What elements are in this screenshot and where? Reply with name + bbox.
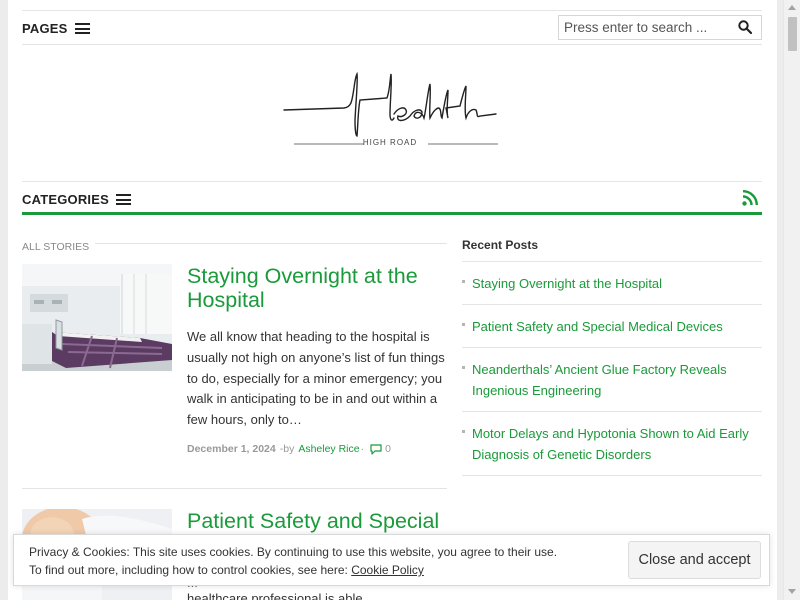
scroll-up-arrow-icon[interactable] bbox=[788, 5, 796, 10]
post-author-link[interactable]: Asheley Rice bbox=[298, 443, 359, 455]
cookie-banner: Privacy & Cookies: This site uses cookie… bbox=[13, 534, 770, 586]
rss-icon[interactable] bbox=[742, 190, 758, 206]
recent-posts-list: Staying Overnight at the Hospital Patien… bbox=[462, 262, 762, 476]
post-title[interactable]: Staying Overnight at the Hospital bbox=[187, 264, 449, 312]
recent-post-item: Neanderthals’ Ancient Glue Factory Revea… bbox=[462, 348, 762, 412]
cookie-line-2-text: To find out more, including how to contr… bbox=[29, 563, 348, 577]
hamburger-icon bbox=[116, 194, 131, 205]
search-icon[interactable] bbox=[738, 20, 752, 34]
categories-label: CATEGORIES bbox=[22, 192, 109, 207]
site-logo[interactable]: HIGH ROAD bbox=[282, 70, 498, 150]
scroll-down-arrow-icon[interactable] bbox=[788, 589, 796, 594]
section-title: ALL STORIES bbox=[22, 241, 96, 253]
sidebar: Recent Posts Staying Overnight at the Ho… bbox=[462, 238, 762, 476]
comment-count: 0 bbox=[385, 443, 391, 455]
recent-post-link[interactable]: Neanderthals’ Ancient Glue Factory Revea… bbox=[472, 362, 727, 398]
section-heading: ALL STORIES bbox=[22, 237, 447, 253]
scrollbar[interactable] bbox=[783, 0, 800, 600]
post-excerpt: We all know that heading to the hospital… bbox=[187, 329, 445, 428]
recent-post-link[interactable]: Staying Overnight at the Hospital bbox=[472, 276, 662, 291]
post-excerpt-fragment: healthcare professional is able bbox=[187, 591, 363, 600]
pages-menu-toggle[interactable]: PAGES bbox=[22, 21, 90, 36]
search-input[interactable] bbox=[559, 16, 729, 39]
cookie-policy-link[interactable]: Cookie Policy bbox=[351, 563, 424, 577]
post-date: December 1, 2024 bbox=[187, 443, 276, 455]
cookie-line-2: To find out more, including how to contr… bbox=[29, 561, 557, 579]
hamburger-icon bbox=[74, 23, 90, 34]
pages-label: PAGES bbox=[22, 21, 68, 36]
logo-tagline: HIGH ROAD bbox=[362, 138, 418, 147]
search-box bbox=[558, 15, 762, 40]
logo-wordmark bbox=[283, 71, 497, 137]
recent-post-item: Staying Overnight at the Hospital bbox=[462, 262, 762, 305]
hospital-bed-image bbox=[22, 264, 172, 371]
close-and-accept-button[interactable]: Close and accept bbox=[628, 541, 761, 579]
post-by: -by bbox=[279, 443, 295, 455]
post-divider bbox=[22, 488, 447, 489]
page: PAGES HIGH ROAD CATEGORIES bbox=[8, 0, 777, 600]
recent-post-link[interactable]: Motor Delays and Hypotonia Shown to Aid … bbox=[472, 426, 749, 462]
recent-post-link[interactable]: Patient Safety and Special Medical Devic… bbox=[472, 319, 723, 334]
scroll-thumb[interactable] bbox=[788, 17, 797, 51]
post-thumbnail-hospital-bed[interactable] bbox=[22, 264, 172, 371]
post-meta: December 1, 2024 -by Asheley Rice · 0 bbox=[187, 443, 391, 455]
categories-nav: CATEGORIES bbox=[22, 181, 762, 215]
sidebar-title: Recent Posts bbox=[462, 238, 762, 262]
post-comments-link[interactable]: 0 bbox=[370, 443, 391, 455]
cookie-text: Privacy & Cookies: This site uses cookie… bbox=[29, 543, 557, 579]
recent-post-item: Motor Delays and Hypotonia Shown to Aid … bbox=[462, 412, 762, 476]
comment-icon bbox=[370, 443, 382, 455]
recent-post-item: Patient Safety and Special Medical Devic… bbox=[462, 305, 762, 348]
categories-menu-toggle[interactable]: CATEGORIES bbox=[22, 192, 131, 207]
top-nav: PAGES bbox=[22, 10, 762, 45]
cookie-line-1: Privacy & Cookies: This site uses cookie… bbox=[29, 545, 558, 559]
post-card: Staying Overnight at the Hospital We all… bbox=[22, 264, 447, 464]
meta-separator: · bbox=[360, 443, 365, 455]
